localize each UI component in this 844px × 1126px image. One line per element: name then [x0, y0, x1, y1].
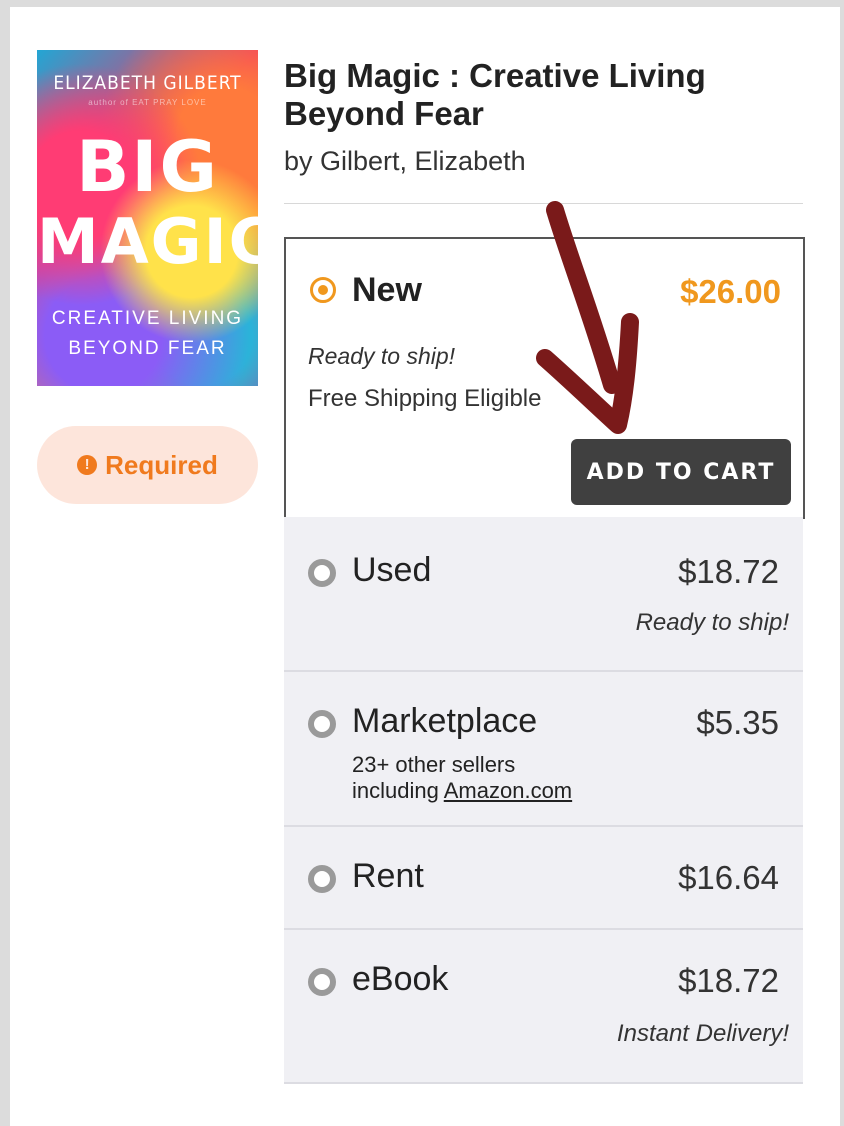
required-badge: ! Required [37, 426, 258, 504]
sellers-count: 23+ other sellers [352, 752, 516, 777]
option-ebook-price: $18.72 [678, 962, 779, 999]
amazon-link[interactable]: Amazon.com [444, 778, 572, 803]
cover-subtitle-line1: CREATIVE LIVING [51, 308, 244, 329]
option-used-note: Ready to ship! [635, 609, 789, 636]
sellers-including: including Amazon.com [352, 778, 572, 804]
radio-icon[interactable] [308, 710, 336, 738]
option-marketplace[interactable]: Marketplace $5.35 23+ other sellers incl… [284, 672, 803, 827]
cover-author: ELIZABETH GILBERT [53, 72, 242, 94]
product-byline: by Gilbert, Elizabeth [284, 146, 526, 176]
cover-tagline: author of EAT PRAY LOVE [88, 98, 207, 107]
option-rent[interactable]: Rent $16.64 [284, 827, 803, 930]
option-new-ready: Ready to ship! [308, 343, 456, 369]
option-new[interactable]: New $26.00 Ready to ship! Free Shipping … [284, 237, 805, 519]
product-title: Big Magic : Creative Living Beyond Fear [284, 57, 706, 132]
option-new-price: $26.00 [680, 273, 781, 310]
cover-subtitle-line2: BEYOND FEAR [68, 338, 227, 359]
option-rent-price: $16.64 [678, 859, 779, 896]
including-text: including [352, 778, 439, 803]
option-rent-label: Rent [352, 857, 424, 895]
option-marketplace-sellers: 23+ other sellers including Amazon.com [352, 752, 572, 804]
option-used-label: Used [352, 551, 432, 589]
option-ebook[interactable]: eBook $18.72 Instant Delivery! [284, 930, 803, 1084]
option-ebook-label: eBook [352, 960, 449, 998]
option-used-price: $18.72 [678, 553, 779, 590]
cover-title-line1: BIG [76, 126, 219, 208]
option-new-shipping: Free Shipping Eligible [308, 385, 542, 412]
cover-title-line2: MAGIC [37, 205, 258, 278]
option-ebook-note: Instant Delivery! [616, 1020, 789, 1047]
option-used[interactable]: Used $18.72 Ready to ship! [284, 517, 803, 672]
radio-icon[interactable] [308, 559, 336, 587]
book-cover-image: ELIZABETH GILBERT author of EAT PRAY LOV… [37, 50, 258, 386]
required-label: Required [105, 449, 218, 480]
radio-selected-icon[interactable] [310, 277, 336, 303]
alert-icon: ! [77, 455, 98, 475]
option-marketplace-label: Marketplace [352, 702, 538, 740]
radio-icon[interactable] [308, 968, 336, 996]
option-marketplace-price: $5.35 [696, 704, 779, 741]
add-to-cart-button[interactable]: ADD TO CART [571, 439, 791, 505]
radio-icon[interactable] [308, 865, 336, 893]
divider [284, 203, 803, 204]
option-new-label: New [352, 271, 422, 309]
product-panel: ELIZABETH GILBERT author of EAT PRAY LOV… [10, 7, 840, 1126]
